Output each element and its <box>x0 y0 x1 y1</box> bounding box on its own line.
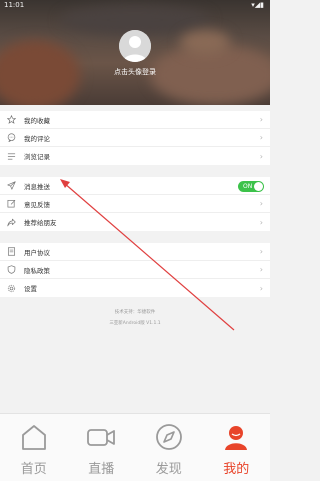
menu-item-label: 我的评论 <box>24 134 50 143</box>
menu-item-settings[interactable]: 设置 › <box>0 279 270 297</box>
menu-item-label: 消息推送 <box>24 182 50 191</box>
star-icon <box>6 115 16 125</box>
tab-mine[interactable]: 我的 <box>203 414 271 481</box>
menu-item-history[interactable]: 浏览记录 › <box>0 147 270 165</box>
menu-group-3: 用户协议 › 隐私政策 › 设置 › <box>0 243 270 297</box>
menu-group-2: 消息推送 ON 意见反馈 › 推荐给朋友 › <box>0 177 270 231</box>
chevron-right-icon: › <box>259 283 263 293</box>
status-icons: ▾◢▮ <box>251 1 264 9</box>
login-prompt[interactable]: 点击头像登录 <box>0 67 270 77</box>
menu-item-label: 用户协议 <box>24 248 50 257</box>
menu-item-label: 隐私政策 <box>24 266 50 275</box>
menu-item-feedback[interactable]: 意见反馈 › <box>0 195 270 213</box>
tech-support-text: 技术支持：华捷软件 <box>114 310 156 315</box>
chevron-right-icon: › <box>259 133 263 142</box>
profile-header: 11:01 ▾◢▮ 点击头像登录 <box>0 0 270 105</box>
menu-item-favorites[interactable]: 我的收藏 › <box>0 111 270 129</box>
menu-group-1: 我的收藏 › 我的评论 › 浏览记录 › <box>0 111 270 165</box>
bottom-tab-bar: 首页 直播 发现 我的 <box>0 413 270 481</box>
tab-label: 首页 <box>20 462 47 477</box>
chevron-right-icon: › <box>259 115 263 124</box>
home-icon <box>19 422 49 452</box>
menu-item-agreement[interactable]: 用户协议 › <box>0 243 270 261</box>
toggle-label: ON <box>243 182 253 190</box>
gear-icon <box>6 283 16 293</box>
shield-icon <box>6 265 16 275</box>
menu-item-label: 推荐给朋友 <box>24 219 57 227</box>
tab-live[interactable]: 直播 <box>68 414 136 481</box>
user-icon <box>221 422 251 452</box>
comment-icon <box>6 133 16 143</box>
chevron-right-icon: › <box>259 151 263 161</box>
share-icon <box>6 217 16 227</box>
status-time: 11:01 <box>4 1 25 9</box>
tab-label: 直播 <box>88 462 115 477</box>
chevron-right-icon: › <box>259 265 263 274</box>
tab-discover[interactable]: 发现 <box>135 414 203 481</box>
push-toggle[interactable]: ON <box>238 181 264 192</box>
default-avatar-icon <box>119 30 151 62</box>
send-icon <box>6 181 16 191</box>
menu-item-label: 我的收藏 <box>24 116 50 125</box>
avatar[interactable] <box>119 30 151 62</box>
menu-item-label: 意见反馈 <box>24 200 50 209</box>
chevron-right-icon: › <box>259 199 263 208</box>
header-background-blur <box>180 30 230 55</box>
edit-icon <box>6 199 16 209</box>
tab-home[interactable]: 首页 <box>0 414 68 481</box>
menu-item-label: 浏览记录 <box>24 153 50 161</box>
menu-item-comments[interactable]: 我的评论 › <box>0 129 270 147</box>
menu-item-share[interactable]: 推荐给朋友 › <box>0 213 270 231</box>
tab-label: 发现 <box>155 462 182 477</box>
document-icon <box>6 247 16 257</box>
toggle-knob <box>254 182 263 191</box>
tab-label: 我的 <box>223 462 250 477</box>
compass-icon <box>154 422 184 452</box>
chevron-right-icon: › <box>259 247 263 256</box>
history-list-icon <box>6 151 16 161</box>
menu-item-label: 设置 <box>24 285 37 293</box>
video-camera-icon <box>86 422 116 452</box>
chevron-right-icon: › <box>259 217 263 227</box>
status-bar: 11:01 ▾◢▮ <box>0 0 270 12</box>
version-text: 三亚新Android版 V1.1.1 <box>109 321 161 326</box>
menu-item-push: 消息推送 ON <box>0 177 270 195</box>
menu-item-privacy[interactable]: 隐私政策 › <box>0 261 270 279</box>
